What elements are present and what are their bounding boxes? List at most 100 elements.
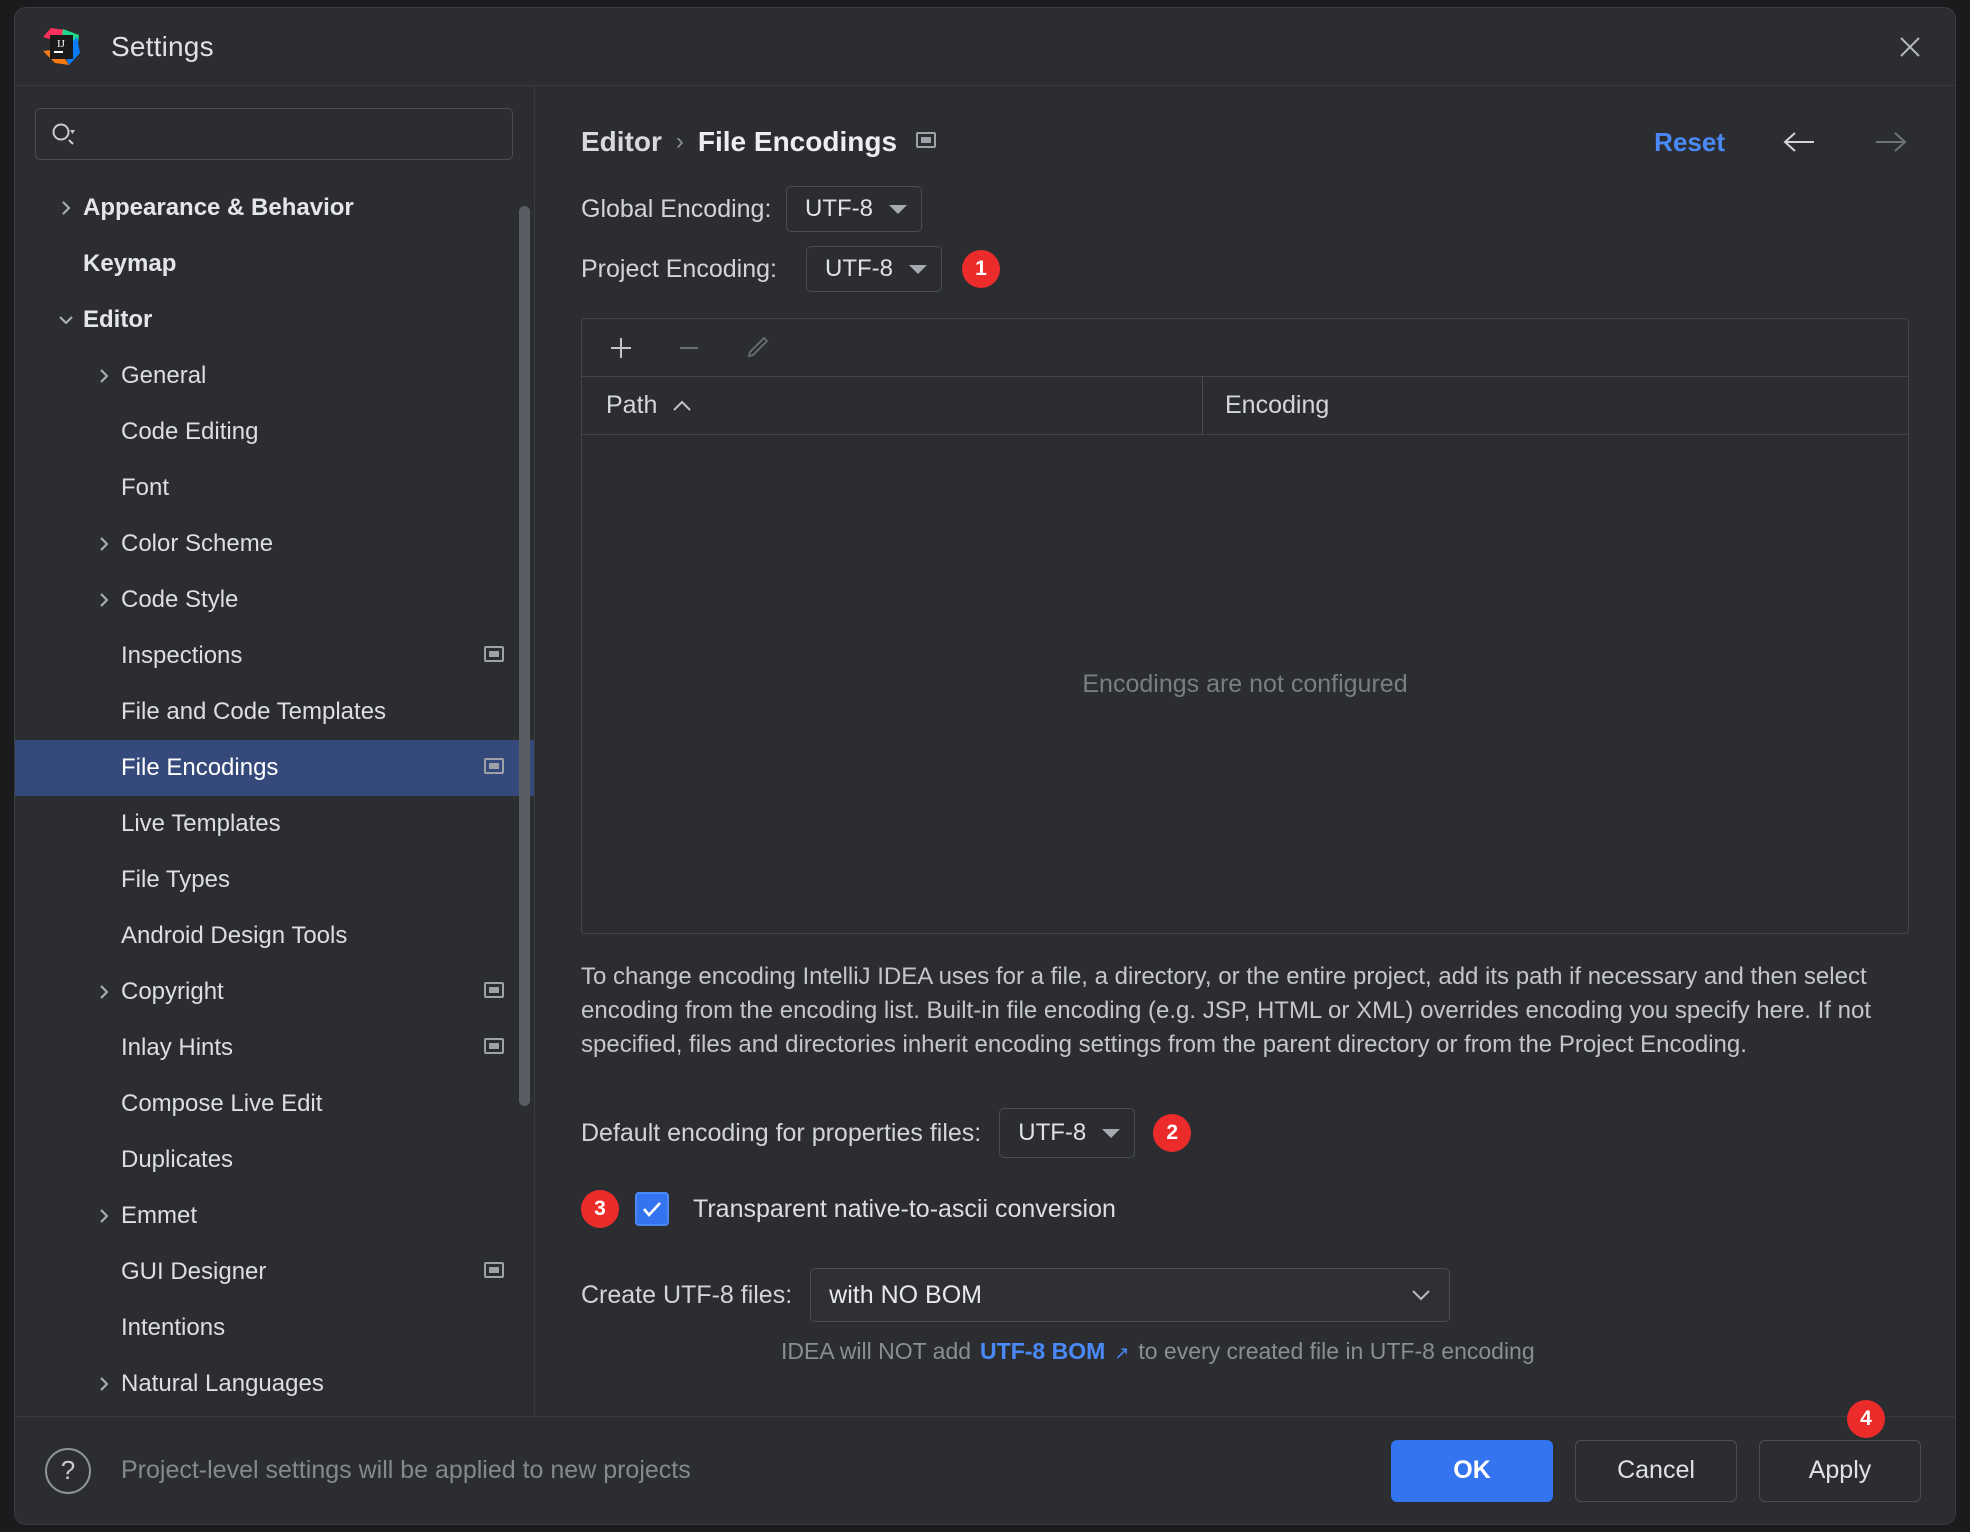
step-marker-1: 1 (962, 250, 1000, 288)
sidebar-item-emmet[interactable]: Emmet (15, 1188, 535, 1244)
sidebar-item-code-style[interactable]: Code Style (15, 572, 535, 628)
breadcrumb-parent[interactable]: Editor (581, 126, 662, 158)
sidebar-item-label: Duplicates (121, 1146, 234, 1173)
sidebar-item-color-scheme[interactable]: Color Scheme (15, 516, 535, 572)
column-header-encoding[interactable]: Encoding (1202, 377, 1908, 434)
sidebar-item-label: Code Editing (121, 418, 259, 445)
sidebar-item-compose-live-edit[interactable]: Compose Live Edit (15, 1076, 535, 1132)
sidebar-item-label: Natural Languages (121, 1370, 324, 1397)
sidebar-item-android-design-tools[interactable]: Android Design Tools (15, 908, 535, 964)
settings-tree: Appearance & Behavior Keymap Editor General… (15, 174, 535, 1416)
column-header-path[interactable]: Path (582, 391, 1202, 420)
sidebar-item-live-templates[interactable]: Live Templates (15, 796, 535, 852)
create-utf8-hint-suffix: to every created file in UTF-8 encoding (1138, 1338, 1535, 1365)
chevron-down-icon (1102, 1128, 1121, 1138)
sidebar-item-inlay-hints[interactable]: Inlay Hints (15, 1020, 535, 1076)
sidebar-scrollbar[interactable] (519, 206, 530, 1106)
chevron-right-icon[interactable] (87, 1374, 121, 1394)
properties-encoding-label: Default encoding for properties files: (581, 1118, 982, 1147)
sidebar-item-label: Copyright (121, 978, 224, 1005)
create-utf8-label: Create UTF-8 files: (581, 1280, 793, 1309)
sidebar-item-file-encodings[interactable]: File Encodings (15, 740, 535, 796)
question-mark-icon[interactable]: ? (45, 1447, 91, 1494)
sidebar-item-keymap[interactable]: Keymap (15, 236, 535, 292)
chevron-down-icon[interactable] (49, 310, 83, 330)
settings-sidebar: Appearance & Behavior Keymap Editor General… (15, 86, 535, 1416)
chevron-right-icon[interactable] (87, 534, 121, 554)
chevron-right-icon[interactable] (87, 982, 121, 1002)
utf8-bom-link[interactable]: UTF-8 BOM (980, 1338, 1105, 1365)
sidebar-item-appearance-behavior[interactable]: Appearance & Behavior (15, 180, 535, 236)
chevron-right-icon[interactable] (87, 1206, 121, 1226)
create-utf8-value: with NO BOM (829, 1280, 982, 1309)
sidebar-item-label: Color Scheme (121, 530, 274, 557)
apply-button[interactable]: Apply (1759, 1439, 1921, 1502)
footer-buttons: OK Cancel Apply 4 (1391, 1399, 1921, 1502)
create-utf8-select[interactable]: with NO BOM (810, 1268, 1451, 1323)
arrow-left-icon[interactable] (1781, 127, 1817, 157)
global-encoding-combo[interactable]: UTF-8 (786, 186, 922, 232)
search-input[interactable] (86, 122, 498, 146)
project-encoding-combo[interactable]: UTF-8 (806, 246, 942, 292)
sidebar-item-intentions[interactable]: Intentions (15, 1300, 535, 1356)
dialog-body: Appearance & Behavior Keymap Editor General… (15, 86, 1955, 1416)
sidebar-item-label: Intentions (121, 1314, 226, 1341)
sidebar-item-label: File Encodings (121, 754, 279, 781)
chevron-right-icon[interactable] (87, 590, 121, 610)
sidebar-item-label: Code Style (121, 586, 239, 613)
sidebar-item-copyright[interactable]: Copyright (15, 964, 535, 1020)
properties-encoding-combo[interactable]: UTF-8 (999, 1108, 1136, 1159)
sidebar-item-label: Inlay Hints (121, 1034, 234, 1061)
sidebar-item-file-and-code-templates[interactable]: File and Code Templates (15, 684, 535, 740)
global-encoding-label: Global Encoding: (581, 194, 772, 223)
chevron-down-icon (1412, 1290, 1430, 1301)
sidebar-item-label: Appearance & Behavior (83, 194, 354, 221)
sidebar-item-general[interactable]: General (15, 348, 535, 404)
ok-button[interactable]: OK (1391, 1439, 1553, 1502)
search-icon (52, 123, 75, 145)
sidebar-item-label: File and Code Templates (121, 698, 387, 725)
chevron-right-icon[interactable] (49, 198, 83, 218)
sidebar-item-file-types[interactable]: File Types (15, 852, 535, 908)
cancel-button[interactable]: Cancel (1575, 1439, 1737, 1502)
checkmark-icon (643, 1202, 661, 1218)
external-link-icon: ↗ (1114, 1343, 1130, 1364)
sidebar-item-editor[interactable]: Editor (15, 292, 535, 348)
sidebar-item-label: Keymap (83, 250, 177, 277)
settings-dialog: IJ Settings Appearance & Behavior Keymap (14, 7, 1956, 1525)
column-header-encoding-label: Encoding (1225, 391, 1330, 419)
close-icon[interactable] (1887, 24, 1933, 70)
chevron-down-icon (889, 204, 907, 214)
native-ascii-label[interactable]: Transparent native-to-ascii conversion (693, 1195, 1116, 1224)
arrow-right-icon[interactable] (1873, 127, 1909, 157)
sidebar-item-code-editing[interactable]: Code Editing (15, 404, 535, 460)
project-level-settings-icon (483, 1259, 505, 1286)
sidebar-item-label: Emmet (121, 1202, 198, 1229)
sidebar-item-label: File Types (121, 866, 230, 893)
project-encoding-row: Project Encoding: UTF-8 1 (581, 246, 1909, 292)
project-level-settings-icon (483, 979, 505, 1006)
chevron-right-icon[interactable] (87, 366, 121, 386)
sidebar-item-natural-languages[interactable]: Natural Languages (15, 1356, 535, 1412)
reset-link[interactable]: Reset (1654, 127, 1725, 158)
sidebar-item-label: Compose Live Edit (121, 1090, 323, 1117)
dialog-footer: ? Project-level settings will be applied… (15, 1399, 1955, 1524)
sidebar-item-font[interactable]: Font (15, 460, 535, 516)
sidebar-item-label: General (121, 362, 207, 389)
plus-icon[interactable] (604, 331, 638, 365)
sidebar-item-duplicates[interactable]: Duplicates (15, 1132, 535, 1188)
project-level-settings-icon (483, 643, 505, 670)
footer-note: Project-level settings will be applied t… (121, 1456, 691, 1484)
sidebar-item-label: Editor (83, 306, 153, 333)
sidebar-item-inspections[interactable]: Inspections (15, 628, 535, 684)
encodings-description: To change encoding IntelliJ IDEA uses fo… (581, 963, 1871, 1059)
encodings-table-body[interactable]: Encodings are not configured (582, 435, 1908, 933)
search-box[interactable] (35, 108, 513, 160)
breadcrumb-current: File Encodings (697, 126, 898, 157)
native-ascii-row: 3 Transparent native-to-ascii conversion (581, 1190, 1909, 1229)
project-level-settings-icon (483, 1035, 505, 1062)
sidebar-item-gui-designer[interactable]: GUI Designer (15, 1244, 535, 1300)
chevron-up-icon (673, 400, 692, 411)
sidebar-item-label: Android Design Tools (121, 922, 348, 949)
native-ascii-checkbox[interactable] (635, 1192, 669, 1227)
